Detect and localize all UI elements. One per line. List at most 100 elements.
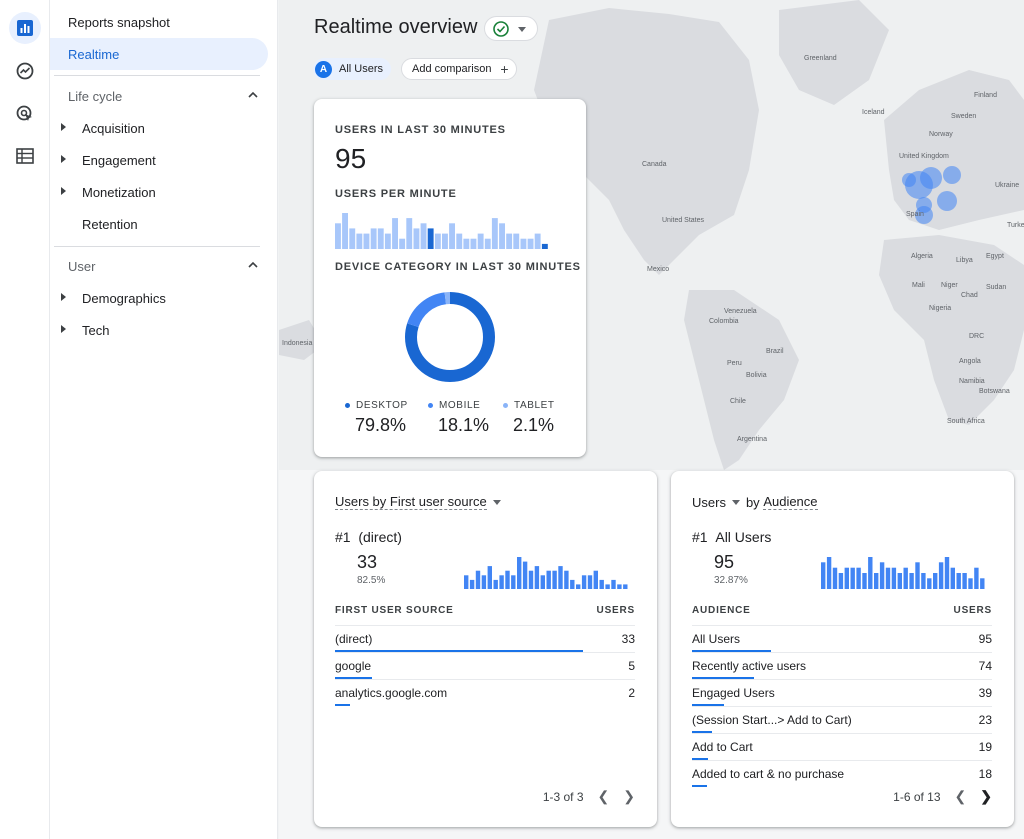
chart-bar[interactable] (856, 567, 861, 589)
chart-bar[interactable] (399, 238, 406, 249)
chart-bar[interactable] (506, 233, 513, 249)
chart-bar[interactable] (903, 567, 908, 589)
chart-bar[interactable] (540, 575, 545, 589)
chart-bar[interactable] (384, 233, 391, 249)
map-bubble[interactable] (937, 191, 957, 211)
chart-bar[interactable] (564, 570, 569, 589)
table-row[interactable]: Add to Cart 19 (692, 733, 992, 760)
chart-bar[interactable] (927, 578, 932, 589)
chart-bar[interactable] (342, 213, 348, 249)
chart-bar[interactable] (552, 570, 557, 589)
source-mini-chart[interactable] (464, 555, 629, 589)
chart-bar[interactable] (558, 566, 563, 589)
table-row[interactable]: Engaged Users 39 (692, 679, 992, 706)
nav-item-retention[interactable]: Retention (50, 208, 268, 240)
users-per-minute-chart[interactable] (335, 211, 549, 249)
chart-bar[interactable] (541, 243, 548, 249)
chart-bar[interactable] (491, 218, 498, 249)
chart-bar[interactable] (484, 238, 491, 249)
dropdown-arrow-icon[interactable] (492, 499, 501, 505)
map-bubble[interactable] (943, 166, 961, 184)
chart-bar[interactable] (499, 575, 504, 589)
dimension-selector[interactable]: Users by First user source (335, 494, 487, 510)
chart-bar[interactable] (406, 218, 413, 249)
chart-bar[interactable] (611, 579, 616, 589)
nav-item-acquisition[interactable]: Acquisition (50, 112, 268, 144)
nav-item-demographics[interactable]: Demographics (50, 282, 268, 314)
chart-bar[interactable] (897, 573, 902, 589)
chart-bar[interactable] (868, 557, 873, 589)
chart-bar[interactable] (599, 579, 604, 589)
chart-bar[interactable] (499, 223, 505, 249)
chart-bar[interactable] (481, 575, 487, 589)
chart-bar[interactable] (826, 557, 832, 589)
chart-bar[interactable] (570, 579, 575, 589)
nav-item-tech[interactable]: Tech (50, 314, 268, 346)
chart-bar[interactable] (623, 584, 628, 589)
chart-bar[interactable] (885, 567, 891, 589)
nav-item-monetization[interactable]: Monetization (50, 176, 268, 208)
nav-realtime[interactable]: Realtime (50, 38, 268, 70)
map-bubble[interactable] (920, 167, 942, 189)
chart-bar[interactable] (517, 557, 522, 589)
chevron-left-icon[interactable]: ❮ (598, 788, 610, 805)
chart-bar[interactable] (522, 561, 528, 589)
audience-mini-chart[interactable] (821, 555, 986, 589)
chart-bar[interactable] (862, 573, 867, 589)
chart-bar[interactable] (844, 567, 849, 589)
chart-bar[interactable] (511, 575, 516, 589)
chart-bar[interactable] (349, 228, 356, 249)
chart-bar[interactable] (370, 228, 377, 249)
chart-bar[interactable] (944, 557, 950, 589)
chart-bar[interactable] (546, 570, 551, 589)
chart-bar[interactable] (874, 573, 879, 589)
chart-bar[interactable] (427, 228, 434, 249)
configure-icon[interactable] (9, 140, 41, 172)
chart-bar[interactable] (950, 567, 955, 589)
nav-section-user[interactable]: User (50, 250, 268, 282)
table-row[interactable]: (Session Start...> Add to Cart) 23 (692, 706, 992, 733)
chart-bar[interactable] (335, 223, 341, 249)
chart-bar[interactable] (821, 562, 826, 589)
chart-bar[interactable] (938, 562, 944, 589)
chart-bar[interactable] (974, 567, 979, 589)
chart-bar[interactable] (909, 573, 914, 589)
chart-bar[interactable] (477, 233, 484, 249)
table-row[interactable]: analytics.google.com 2 (335, 679, 635, 706)
chart-bar[interactable] (505, 570, 510, 589)
chart-bar[interactable] (434, 233, 441, 249)
chart-bar[interactable] (879, 562, 885, 589)
chart-bar[interactable] (593, 570, 598, 589)
table-row[interactable]: All Users 95 (692, 625, 992, 652)
chart-bar[interactable] (891, 567, 897, 589)
chart-bar[interactable] (464, 575, 469, 589)
chart-bar[interactable] (470, 238, 477, 249)
chevron-right-icon[interactable]: ❯ (980, 788, 992, 805)
nav-section-lifecycle[interactable]: Life cycle (50, 80, 268, 112)
device-donut-chart[interactable] (404, 291, 496, 383)
chart-bar[interactable] (475, 570, 481, 589)
table-row[interactable]: google 5 (335, 652, 635, 679)
nav-reports-snapshot[interactable]: Reports snapshot (50, 6, 268, 38)
chart-bar[interactable] (587, 575, 593, 589)
chevron-left-icon[interactable]: ❮ (955, 788, 967, 805)
explore-icon[interactable] (9, 55, 41, 87)
metric-selector[interactable]: Users (692, 495, 726, 510)
chart-bar[interactable] (392, 218, 398, 249)
nav-item-engagement[interactable]: Engagement (50, 144, 268, 176)
chart-bar[interactable] (420, 223, 427, 249)
chart-bar[interactable] (534, 233, 541, 249)
chart-bar[interactable] (968, 578, 973, 589)
chart-bar[interactable] (850, 567, 855, 589)
table-row[interactable]: Added to cart & no purchase 18 (692, 760, 992, 787)
chart-bar[interactable] (980, 578, 985, 589)
chart-bar[interactable] (469, 579, 475, 589)
chart-bar[interactable] (377, 228, 384, 249)
table-row[interactable]: (direct) 33 (335, 625, 635, 652)
chart-bar[interactable] (356, 233, 363, 249)
chart-bar[interactable] (576, 584, 581, 589)
chart-bar[interactable] (617, 584, 622, 589)
data-quality-badge[interactable] (484, 16, 538, 41)
chart-bar[interactable] (527, 238, 534, 249)
chart-bar[interactable] (956, 573, 961, 589)
